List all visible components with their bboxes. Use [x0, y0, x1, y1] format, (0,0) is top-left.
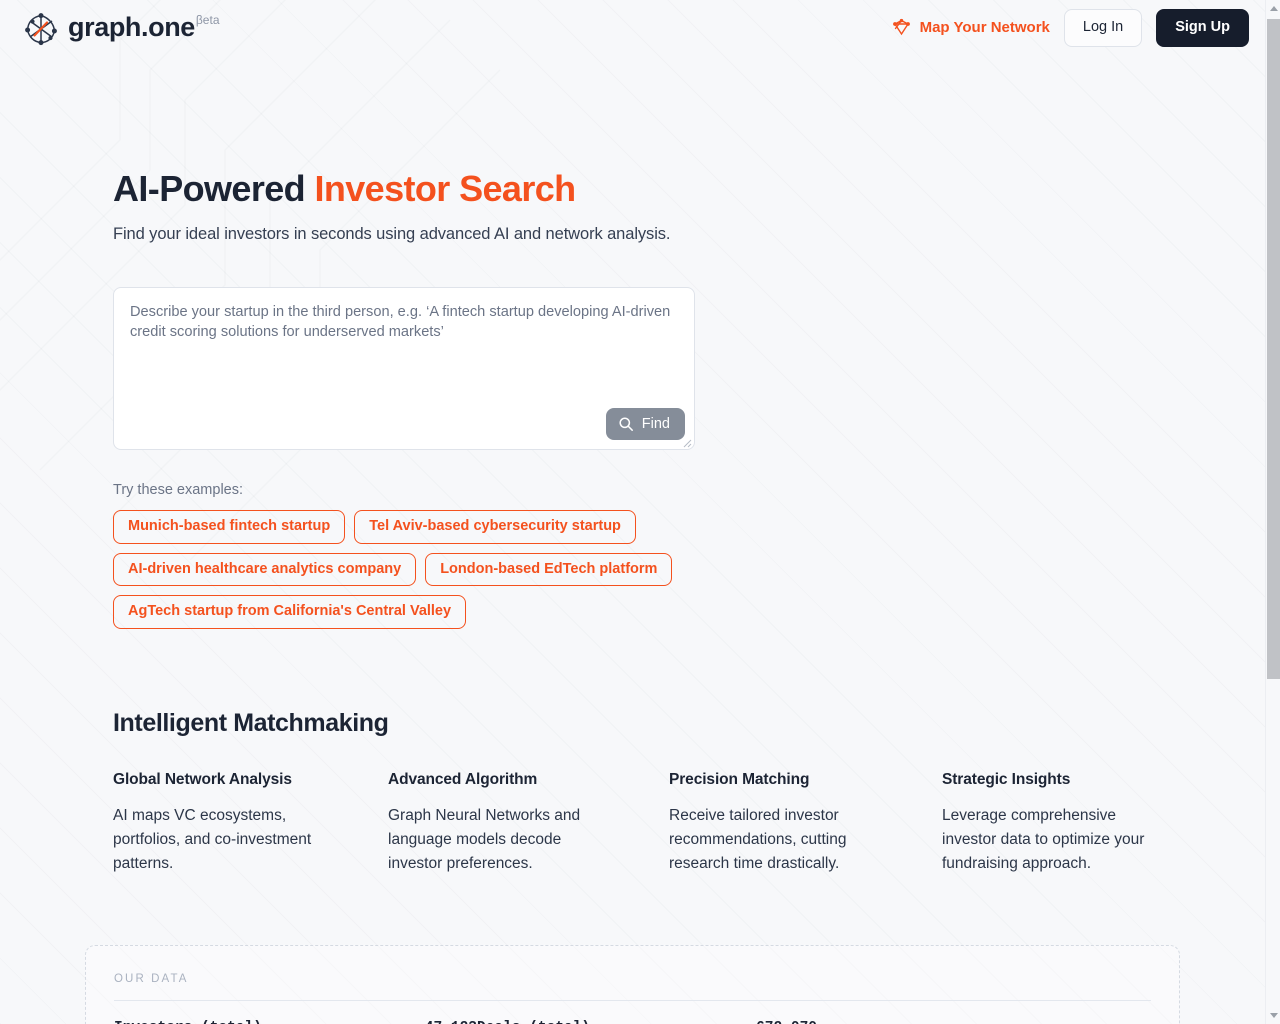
- features-grid: Global Network Analysis AI maps VC ecosy…: [113, 771, 1265, 876]
- feature-text: Leverage comprehensive investor data to …: [942, 806, 1145, 872]
- feature-text: AI maps VC ecosystems, portfolios, and c…: [113, 806, 312, 872]
- feature-card: Advanced Algorithm Graph Neural Networks…: [388, 771, 661, 876]
- page-subtitle: Find your ideal investors in seconds usi…: [113, 225, 671, 244]
- search-icon: [618, 416, 634, 432]
- scrollbar-thumb[interactable]: [1267, 19, 1280, 679]
- page-root: graph.one βeta Map Your Network Log In S…: [0, 0, 1265, 1024]
- feature-card: Precision Matching Receive tailored inve…: [661, 771, 934, 876]
- feature-title: Strategic Insights: [942, 770, 1071, 788]
- feature-card: Strategic Insights Leverage comprehensiv…: [934, 771, 1209, 876]
- page-title: AI-Powered Investor Search: [113, 168, 1265, 209]
- stat-value: 47,123: [425, 1017, 477, 1024]
- site-header: graph.one βeta Map Your Network Log In S…: [0, 0, 1265, 56]
- example-chip[interactable]: Tel Aviv-based cybersecurity startup: [354, 510, 636, 544]
- graph-network-icon: [24, 12, 58, 46]
- feature-card: Global Network Analysis AI maps VC ecosy…: [113, 771, 388, 876]
- example-chip-list: Munich-based fintech startup Tel Aviv-ba…: [113, 510, 693, 629]
- textarea-resize-handle[interactable]: [680, 435, 692, 448]
- feature-title: Global Network Analysis: [113, 770, 292, 788]
- feature-text: Graph Neural Networks and language model…: [388, 806, 581, 872]
- our-data-divider: [114, 999, 1151, 1001]
- search-area: Describe your startup in the third perso…: [113, 287, 695, 451]
- our-data-card: OUR DATA Investors (total) 47,123 By typ…: [85, 944, 1180, 1024]
- vertical-scrollbar[interactable]: [1265, 0, 1280, 1024]
- page-title-accent: Investor Search: [314, 168, 576, 209]
- table-row: Deals (total) 672,070: [477, 1015, 817, 1024]
- features-title: Intelligent Matchmaking: [113, 708, 389, 737]
- network-icon: [892, 18, 911, 37]
- beta-badge: βeta: [195, 13, 220, 27]
- examples-section: Try these examples: Munich-based fintech…: [113, 482, 713, 629]
- find-button-label: Find: [641, 416, 670, 433]
- map-your-network-link[interactable]: Map Your Network: [892, 18, 1050, 37]
- hero-section: AI-Powered Investor Search Find your ide…: [0, 56, 1265, 629]
- startup-description-input[interactable]: Describe your startup in the third perso…: [113, 287, 695, 451]
- login-button[interactable]: Log In: [1063, 9, 1143, 47]
- stat-key: Investors (total): [114, 1017, 262, 1024]
- page-title-plain: AI-Powered: [113, 168, 306, 209]
- our-data-right-column: Deals (total) 672,070 Seed 154,349: [477, 1015, 817, 1024]
- example-chip[interactable]: AI-driven healthcare analytics company: [113, 552, 417, 587]
- our-data-table: Investors (total) 47,123 By type Deals (…: [114, 1015, 1151, 1024]
- map-your-network-label: Map Your Network: [919, 19, 1050, 37]
- brand-logo[interactable]: graph.one βeta: [24, 10, 220, 46]
- signup-button[interactable]: Sign Up: [1156, 9, 1249, 47]
- feature-title: Precision Matching: [669, 770, 810, 788]
- table-row: Investors (total) 47,123: [114, 1015, 477, 1024]
- features-section: Intelligent Matchmaking Global Network A…: [0, 709, 1265, 876]
- our-data-left-column: Investors (total) 47,123 By type: [114, 1015, 477, 1024]
- header-actions: Map Your Network Log In Sign Up: [892, 9, 1249, 47]
- example-chip[interactable]: London-based EdTech platform: [425, 552, 673, 587]
- feature-text: Receive tailored investor recommendation…: [669, 806, 847, 872]
- feature-title: Advanced Algorithm: [388, 770, 538, 788]
- scroll-up-arrow[interactable]: [1266, 0, 1280, 17]
- our-data-label: OUR DATA: [114, 972, 189, 985]
- stat-key: Deals (total): [477, 1017, 590, 1024]
- example-chip[interactable]: AgTech startup from California's Central…: [113, 595, 467, 629]
- examples-label: Try these examples:: [113, 482, 244, 499]
- example-chip[interactable]: Munich-based fintech startup: [113, 510, 346, 544]
- brand-name: graph.one: [68, 12, 195, 42]
- find-button[interactable]: Find: [605, 408, 685, 441]
- search-input-placeholder: Describe your startup in the third perso…: [130, 304, 671, 341]
- stat-value: 672,070: [756, 1017, 817, 1024]
- scroll-down-arrow[interactable]: [1266, 1007, 1280, 1024]
